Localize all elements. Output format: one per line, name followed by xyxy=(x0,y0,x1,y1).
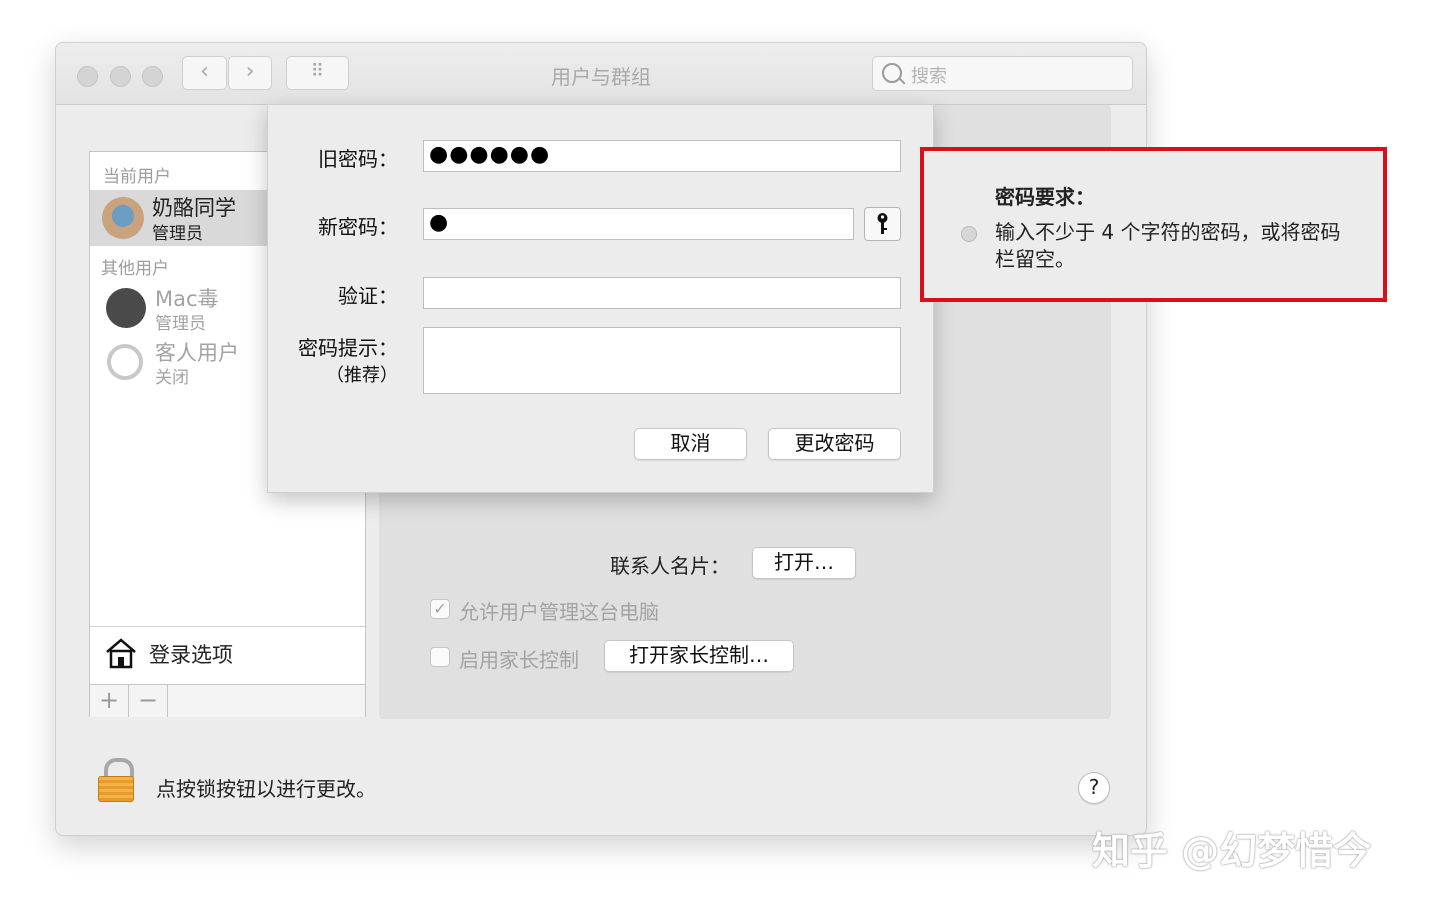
remove-user-button[interactable]: − xyxy=(129,685,168,717)
title-bar: ‹ › ⠿ 用户与群组 搜索 xyxy=(56,43,1146,105)
old-password-field[interactable]: ●●●●●● xyxy=(423,140,901,172)
password-hint-label: 密码提示： xyxy=(298,336,398,360)
password-requirements-popover: 密码要求： 输入不少于 4 个字符的密码，或将密码栏留空。 xyxy=(920,147,1387,302)
add-remove-bar: + − xyxy=(90,684,365,717)
lock-button[interactable] xyxy=(98,758,134,802)
contact-card-label: 联系人名片： xyxy=(610,554,730,578)
login-options-row[interactable]: 登录选项 xyxy=(90,626,365,685)
parental-controls-label: 启用家长控制 xyxy=(459,648,579,672)
key-icon xyxy=(877,213,888,234)
popover-title: 密码要求： xyxy=(995,185,1095,209)
current-user-role: 管理员 xyxy=(152,224,203,244)
new-password-value: ● xyxy=(429,210,450,235)
requirement-status-dot xyxy=(961,226,977,242)
user-avatar xyxy=(102,197,144,239)
guest-user-role: 关闭 xyxy=(155,368,189,388)
cancel-button[interactable]: 取消 xyxy=(634,428,747,460)
login-options-label: 登录选项 xyxy=(149,643,233,667)
verify-password-field[interactable] xyxy=(423,277,901,309)
old-password-value: ●●●●●● xyxy=(429,142,551,167)
password-hint-sublabel: （推荐） xyxy=(326,365,398,386)
current-user-name: 奶酪同学 xyxy=(152,196,236,220)
watermark: 知乎 @幻梦惜今 xyxy=(1092,829,1372,873)
other-users-section-title: 其他用户 xyxy=(101,259,169,279)
new-password-field[interactable]: ● xyxy=(423,208,854,240)
allow-admin-checkbox[interactable]: ✓ xyxy=(430,599,450,619)
change-password-button[interactable]: 更改密码 xyxy=(768,428,901,460)
open-contact-button[interactable]: 打开… xyxy=(752,547,856,579)
change-password-dialog: 旧密码： ●●●●●● 新密码： ● 验证： 密码提示： （推荐） 取消 更改密… xyxy=(267,104,934,493)
search-icon xyxy=(882,63,902,83)
verify-label: 验证： xyxy=(338,284,398,308)
guest-avatar-icon xyxy=(107,344,143,380)
other-user-role: 管理员 xyxy=(155,314,206,334)
search-placeholder: 搜索 xyxy=(911,66,947,87)
requirement-text: 输入不少于 4 个字符的密码，或将密码栏留空。 xyxy=(995,220,1341,271)
parental-controls-checkbox[interactable] xyxy=(430,647,450,667)
lock-icon xyxy=(98,776,134,802)
current-user-section-title: 当前用户 xyxy=(103,167,171,187)
house-icon xyxy=(106,638,136,669)
new-password-label: 新密码： xyxy=(318,215,398,239)
old-password-label: 旧密码： xyxy=(318,147,398,171)
help-button[interactable]: ? xyxy=(1078,772,1110,804)
lock-instruction: 点按锁按钮以进行更改。 xyxy=(156,777,376,801)
open-parental-controls-button[interactable]: 打开家长控制… xyxy=(604,640,794,672)
add-user-button[interactable]: + xyxy=(90,685,129,717)
allow-admin-label: 允许用户管理这台电脑 xyxy=(459,600,659,624)
search-field[interactable]: 搜索 xyxy=(872,56,1133,91)
password-hint-field[interactable] xyxy=(423,327,901,394)
password-assistant-button[interactable] xyxy=(864,207,901,241)
owl-avatar xyxy=(106,288,146,328)
